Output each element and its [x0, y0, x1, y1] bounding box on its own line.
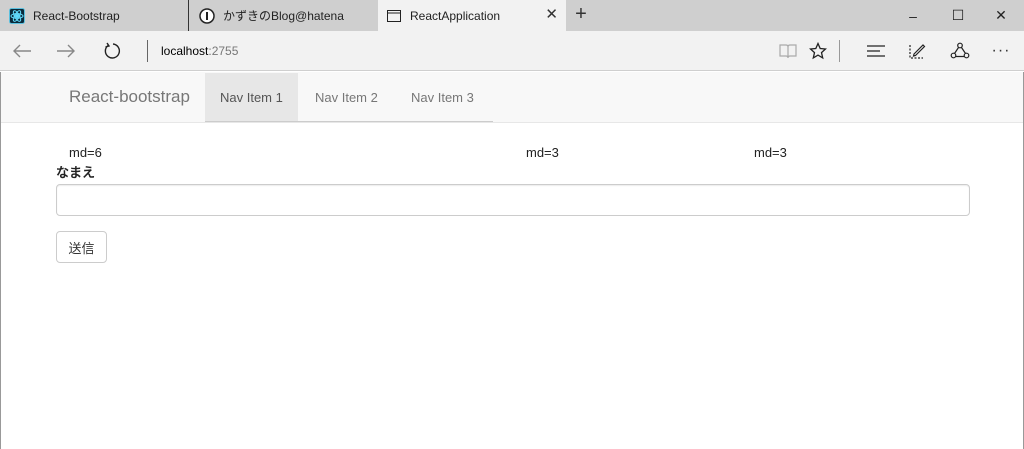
react-bootstrap-favicon — [9, 7, 25, 24]
forward-arrow-icon — [57, 44, 75, 58]
url-field[interactable]: localhost:2755 — [161, 44, 238, 58]
star-icon — [809, 42, 827, 60]
minimize-button[interactable]: – — [893, 0, 933, 31]
refresh-icon — [104, 42, 121, 59]
name-input[interactable] — [56, 184, 970, 216]
forward-button[interactable] — [54, 39, 78, 63]
book-icon — [779, 44, 797, 59]
page-viewport: React-bootstrap Nav Item 1 Nav Item 2 Na… — [0, 72, 1024, 449]
nav-item-3[interactable]: Nav Item 3 — [396, 73, 489, 122]
reading-view-button[interactable] — [776, 39, 800, 63]
close-window-button[interactable]: ✕ — [981, 0, 1021, 31]
close-icon: ✕ — [995, 7, 1007, 23]
nav-item-1[interactable]: Nav Item 1 — [205, 73, 298, 122]
url-host: localhost — [161, 44, 209, 58]
page-icon — [386, 8, 402, 24]
share-icon — [950, 42, 970, 59]
hub-button[interactable] — [864, 39, 888, 63]
refresh-button[interactable] — [100, 39, 124, 63]
navbar-brand[interactable]: React-bootstrap — [69, 87, 190, 107]
browser-address-bar: localhost:2755 ··· — [0, 31, 1024, 71]
nav-item-2[interactable]: Nav Item 2 — [300, 73, 393, 122]
browser-tab-react-bootstrap[interactable]: React-Bootstrap — [9, 0, 187, 31]
minimize-icon: – — [909, 7, 917, 24]
share-button[interactable] — [948, 39, 972, 63]
column-md6-label: md=6 — [69, 145, 102, 160]
close-tab-icon[interactable]: ✕ — [545, 7, 558, 23]
browser-tab-strip: React-Bootstrap かずきのBlog@hatena ReactApp… — [0, 0, 1024, 31]
favorite-button[interactable] — [806, 39, 830, 63]
back-button[interactable] — [10, 39, 34, 63]
tab-title: React-Bootstrap — [33, 8, 120, 23]
browser-tab-hatena[interactable]: かずきのBlog@hatena — [188, 0, 378, 31]
column-md3-label-2: md=3 — [754, 145, 787, 160]
hatena-favicon — [199, 7, 215, 24]
submit-button[interactable]: 送信 — [56, 231, 107, 263]
more-icon: ··· — [991, 42, 1011, 59]
back-arrow-icon — [13, 44, 31, 58]
web-note-button[interactable] — [905, 39, 929, 63]
column-md3-label: md=3 — [526, 145, 559, 160]
tab-title: かずきのBlog@hatena — [223, 9, 344, 23]
new-tab-button[interactable]: + — [571, 4, 591, 25]
nav-underline — [205, 121, 493, 122]
browser-tab-reactapplication[interactable]: ReactApplication ✕ — [378, 0, 566, 31]
pen-note-icon — [909, 44, 926, 59]
name-field-label: なまえ — [56, 165, 96, 180]
url-port: :2755 — [208, 44, 239, 58]
maximize-icon: ☐ — [951, 7, 965, 23]
more-button[interactable]: ··· — [989, 39, 1013, 63]
tab-title: ReactApplication — [410, 8, 501, 23]
url-separator — [147, 40, 148, 62]
hub-icon — [867, 45, 885, 57]
page-navbar: React-bootstrap Nav Item 1 Nav Item 2 Na… — [1, 72, 1023, 123]
toolbar-separator — [839, 40, 840, 62]
maximize-button[interactable]: ☐ — [938, 0, 978, 31]
